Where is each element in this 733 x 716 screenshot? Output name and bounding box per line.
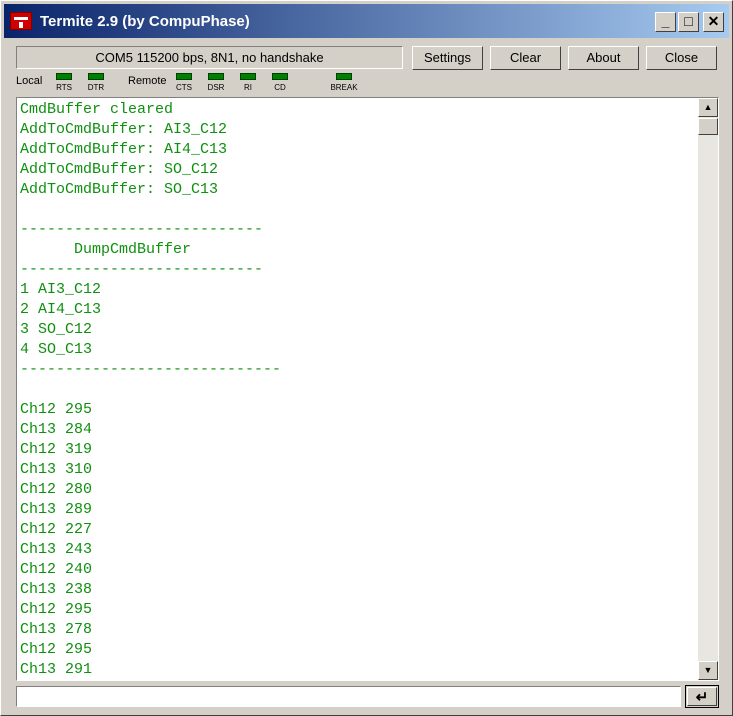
terminal-text: CmdBuffer cleared AddToCmdBuffer: AI3_C12…: [20, 100, 692, 680]
clear-button[interactable]: Clear: [490, 46, 561, 70]
terminal-line: Ch12 240: [20, 561, 93, 578]
terminal-line: Ch12 295: [20, 601, 93, 618]
break-label: BREAK: [330, 83, 358, 92]
maximize-button[interactable]: □: [678, 12, 699, 32]
arrow-down-icon: ▼: [703, 665, 713, 675]
terminal-line: Ch13 291: [20, 661, 93, 678]
terminal-line: Ch13 289: [20, 501, 93, 518]
minimize-icon: _: [661, 13, 670, 29]
app-icon-mark-stem: [19, 22, 23, 28]
terminal-line: Ch13 310: [20, 461, 93, 478]
terminal-line: Ch12 319: [20, 441, 93, 458]
cd-led: [272, 73, 288, 80]
terminal-line: AddToCmdBuffer: SO_C13: [20, 181, 219, 198]
break-led[interactable]: [336, 73, 352, 80]
maximize-icon: □: [684, 13, 693, 29]
title-bar[interactable]: Termite 2.9 (by CompuPhase) _ □ ✕: [4, 4, 729, 38]
vertical-scrollbar[interactable]: ▲ ▼: [698, 98, 718, 680]
terminal-line: Ch12 295: [20, 401, 93, 418]
dtr-led[interactable]: [88, 73, 104, 80]
app-icon-mark-top: [14, 17, 28, 20]
terminal-line: AddToCmdBuffer: AI4_C13: [20, 141, 228, 158]
terminal-line: Ch13 238: [20, 581, 93, 598]
window-title: Termite 2.9 (by CompuPhase): [40, 13, 250, 30]
ri-led: [240, 73, 256, 80]
terminal-line: ---------------------------: [20, 221, 264, 238]
enter-icon: ↵: [695, 689, 709, 706]
command-input[interactable]: [16, 686, 681, 707]
scroll-down-button[interactable]: ▼: [698, 661, 718, 680]
connection-status: COM5 115200 bps, 8N1, no handshake: [16, 46, 403, 69]
terminal-line: -----------------------------: [20, 361, 282, 378]
terminal-line: Ch13 243: [20, 541, 93, 558]
send-button-face: ↵: [687, 687, 717, 706]
terminal-line: DumpCmdBuffer: [20, 241, 192, 258]
close-button[interactable]: Close: [646, 46, 717, 70]
send-button[interactable]: ↵: [685, 685, 719, 708]
terminal-line: Ch13 278: [20, 621, 93, 638]
termite-window: Termite 2.9 (by CompuPhase) _ □ ✕ COM5 1…: [0, 0, 733, 716]
remote-label: Remote: [128, 75, 167, 87]
scroll-thumb[interactable]: [698, 118, 718, 135]
dsr-led: [208, 73, 224, 80]
terminal-line: Ch13 284: [20, 421, 93, 438]
terminal-line: Ch12 295: [20, 641, 93, 658]
scroll-up-button[interactable]: ▲: [698, 98, 718, 117]
terminal-line: Ch12 227: [20, 521, 93, 538]
cd-label: CD: [274, 83, 286, 92]
terminal-line: Ch12 280: [20, 481, 93, 498]
terminal-line: 4 SO_C13: [20, 341, 93, 358]
terminal-line: 3 SO_C12: [20, 321, 93, 338]
dtr-label: DTR: [87, 83, 105, 92]
cts-led: [176, 73, 192, 80]
local-label: Local: [16, 75, 43, 87]
terminal-line: 2 AI4_C13: [20, 301, 102, 318]
arrow-up-icon: ▲: [703, 102, 713, 112]
terminal-line: CmdBuffer cleared: [20, 101, 174, 118]
terminal-line: AddToCmdBuffer: AI3_C12: [20, 121, 228, 138]
termite-app-icon[interactable]: [10, 12, 32, 30]
terminal-line: AddToCmdBuffer: SO_C12: [20, 161, 219, 178]
about-button[interactable]: About: [568, 46, 639, 70]
settings-button[interactable]: Settings: [412, 46, 483, 70]
terminal-output[interactable]: CmdBuffer cleared AddToCmdBuffer: AI3_C12…: [16, 97, 719, 681]
close-icon: ✕: [707, 13, 720, 29]
minimize-button[interactable]: _: [655, 12, 676, 32]
rts-led[interactable]: [56, 73, 72, 80]
close-window-button[interactable]: ✕: [703, 12, 724, 32]
terminal-line: 1 AI3_C12: [20, 281, 102, 298]
terminal-line: ---------------------------: [20, 261, 264, 278]
